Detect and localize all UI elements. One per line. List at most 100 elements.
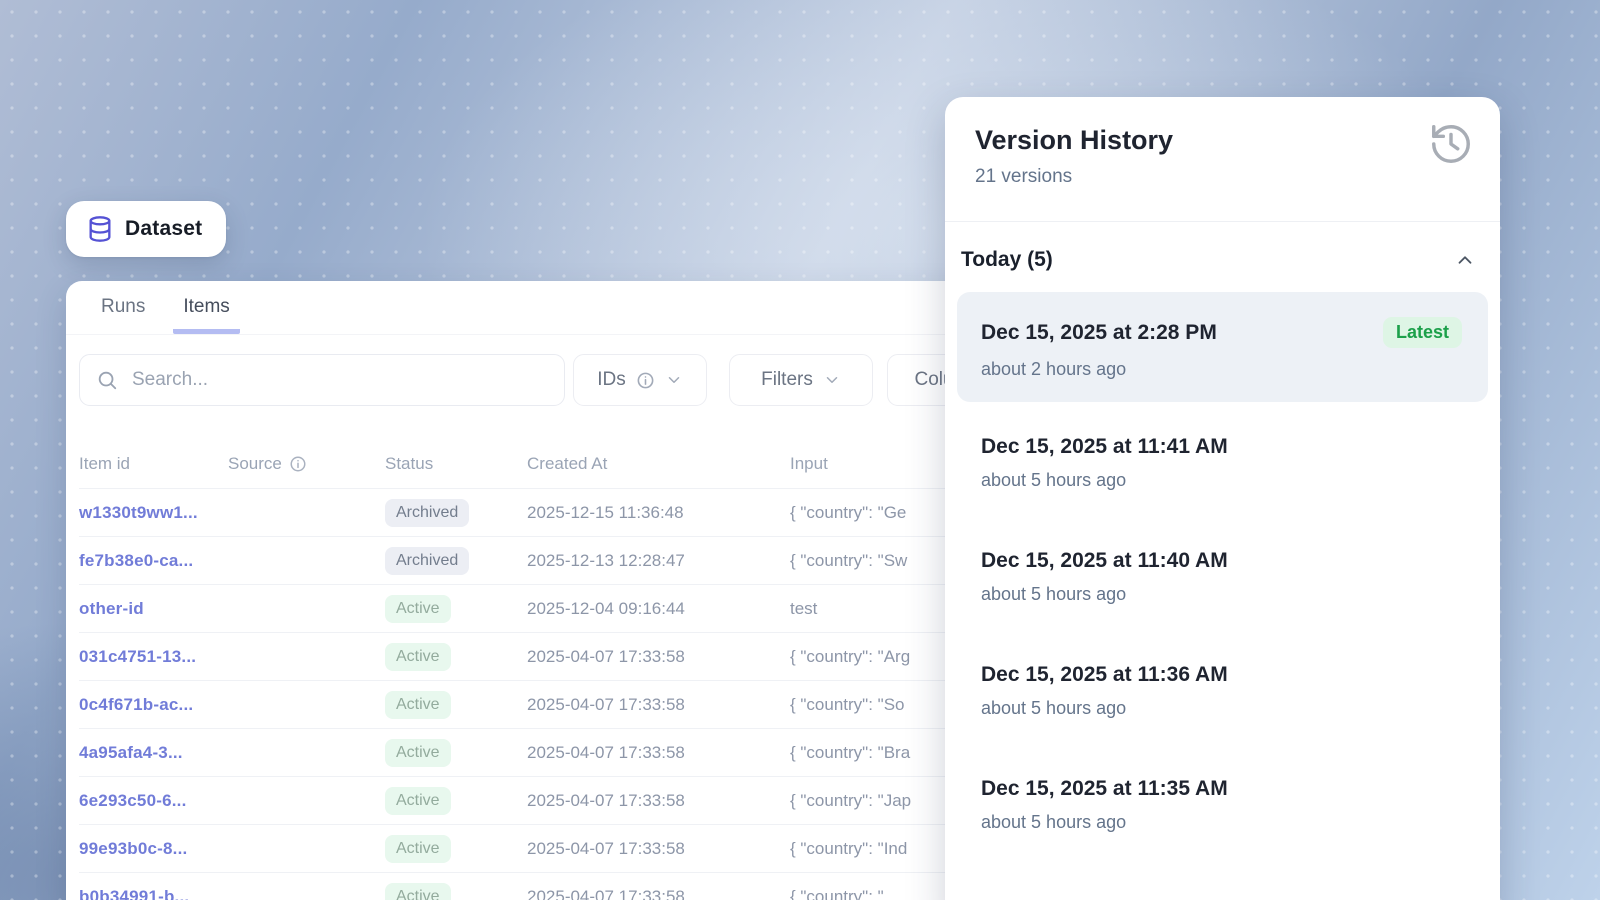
app-background: Dataset Runs Items IDs bbox=[0, 0, 1600, 900]
item-id-link[interactable]: 0c4f671b-ac... bbox=[79, 695, 228, 715]
status-badge: Active bbox=[385, 643, 451, 671]
status-badge: Active bbox=[385, 595, 451, 623]
item-id-link[interactable]: w1330t9ww1... bbox=[79, 503, 228, 523]
dataset-panel: Runs Items IDs Filters bbox=[66, 281, 1076, 900]
chevron-down-icon bbox=[823, 371, 841, 389]
version-date: Dec 15, 2025 at 2:28 PM bbox=[981, 321, 1217, 345]
history-icon bbox=[1428, 121, 1474, 167]
item-id-link[interactable]: other-id bbox=[79, 599, 228, 619]
table-row[interactable]: b0b34991-b...Active2025-04-07 17:33:58{ … bbox=[79, 872, 1076, 900]
created-at-cell: 2025-04-07 17:33:58 bbox=[527, 839, 790, 859]
version-entry-header: Dec 15, 2025 at 2:28 PM Latest bbox=[981, 317, 1462, 348]
ids-dropdown-label: IDs bbox=[597, 369, 626, 391]
version-entry-header: Dec 15, 2025 at 11:35 AM bbox=[981, 777, 1462, 801]
version-date: Dec 15, 2025 at 11:41 AM bbox=[981, 435, 1228, 459]
column-header-item-id[interactable]: Item id bbox=[79, 454, 228, 474]
item-id-link[interactable]: 99e93b0c-8... bbox=[79, 839, 228, 859]
item-id-link[interactable]: b0b34991-b... bbox=[79, 887, 228, 900]
search-icon bbox=[96, 369, 118, 391]
info-icon bbox=[636, 371, 655, 390]
database-icon bbox=[86, 214, 114, 244]
status-badge: Active bbox=[385, 691, 451, 719]
status-cell: Active bbox=[385, 883, 527, 900]
version-group-today[interactable]: Today (5) bbox=[945, 222, 1500, 272]
created-at-cell: 2025-12-15 11:36:48 bbox=[527, 503, 790, 523]
created-at-cell: 2025-04-07 17:33:58 bbox=[527, 647, 790, 667]
filters-button-label: Filters bbox=[761, 369, 813, 391]
table-row[interactable]: 6e293c50-6...Active2025-04-07 17:33:58{ … bbox=[79, 776, 1076, 824]
version-entry[interactable]: Dec 15, 2025 at 2:28 PM Latest about 2 hou… bbox=[957, 292, 1488, 402]
status-badge: Active bbox=[385, 835, 451, 863]
ids-dropdown[interactable]: IDs bbox=[573, 354, 707, 406]
filters-button[interactable]: Filters bbox=[729, 354, 873, 406]
status-badge: Active bbox=[385, 739, 451, 767]
table-row[interactable]: w1330t9ww1... Archived 2025-12-15 11:36:48… bbox=[79, 488, 1076, 536]
column-header-source[interactable]: Source bbox=[228, 454, 385, 474]
status-cell: Archived bbox=[385, 547, 527, 575]
version-history-panel: Version History 21 versions Today (5) De… bbox=[945, 97, 1500, 900]
created-at-cell: 2025-04-07 17:33:58 bbox=[527, 743, 790, 763]
version-relative-time: about 5 hours ago bbox=[981, 584, 1462, 605]
version-entry[interactable]: Dec 15, 2025 at 11:41 AM about 5 hours ag… bbox=[957, 410, 1488, 524]
version-relative-time: about 5 hours ago bbox=[981, 698, 1462, 719]
version-date: Dec 15, 2025 at 11:35 AM bbox=[981, 777, 1228, 801]
table-row[interactable]: other-idActive2025-12-04 09:16:44test bbox=[79, 584, 1076, 632]
info-icon bbox=[289, 455, 307, 473]
status-badge: Archived bbox=[385, 547, 469, 575]
table-row[interactable]: 99e93b0c-8...Active2025-04-07 17:33:58{ … bbox=[79, 824, 1076, 872]
version-list: Dec 15, 2025 at 2:28 PM Latest about 2 hou… bbox=[945, 272, 1500, 866]
version-relative-time: about 5 hours ago bbox=[981, 470, 1462, 491]
search-input[interactable] bbox=[132, 369, 548, 391]
created-at-cell: 2025-12-13 12:28:47 bbox=[527, 551, 790, 571]
status-cell: Active bbox=[385, 787, 527, 815]
tabbar: Runs Items bbox=[66, 281, 1076, 335]
status-cell: Active bbox=[385, 691, 527, 719]
created-at-cell: 2025-12-04 09:16:44 bbox=[527, 599, 790, 619]
version-history-header: Version History 21 versions bbox=[945, 97, 1500, 188]
version-relative-time: about 2 hours ago bbox=[981, 359, 1462, 380]
status-cell: Active bbox=[385, 739, 527, 767]
version-entry-header: Dec 15, 2025 at 11:41 AM bbox=[981, 435, 1462, 459]
table-row[interactable]: fe7b38e0-ca... Archived 2025-12-13 12:28:4… bbox=[79, 536, 1076, 584]
column-header-status[interactable]: Status bbox=[385, 454, 527, 474]
dataset-badge-label: Dataset bbox=[125, 217, 202, 241]
tab-runs[interactable]: Runs bbox=[91, 282, 155, 334]
item-id-link[interactable]: fe7b38e0-ca... bbox=[79, 551, 228, 571]
item-id-link[interactable]: 6e293c50-6... bbox=[79, 791, 228, 811]
version-history-title: Version History bbox=[975, 125, 1474, 156]
version-entry[interactable]: Dec 15, 2025 at 11:36 AM about 5 hours ag… bbox=[957, 638, 1488, 752]
created-at-cell: 2025-04-07 17:33:58 bbox=[527, 887, 790, 900]
chevron-down-icon bbox=[665, 371, 683, 389]
version-entry[interactable]: Dec 15, 2025 at 11:40 AM about 5 hours ag… bbox=[957, 524, 1488, 638]
column-header-created-at[interactable]: Created At bbox=[527, 454, 790, 474]
chevron-up-icon bbox=[1454, 249, 1476, 271]
version-date: Dec 15, 2025 at 11:40 AM bbox=[981, 549, 1228, 573]
status-cell: Active bbox=[385, 643, 527, 671]
table-row[interactable]: 0c4f671b-ac...Active2025-04-07 17:33:58{… bbox=[79, 680, 1076, 728]
items-table: Item id Source Status Created At Input w… bbox=[79, 440, 1076, 900]
version-entry-header: Dec 15, 2025 at 11:36 AM bbox=[981, 663, 1462, 687]
status-cell: Archived bbox=[385, 499, 527, 527]
tab-items[interactable]: Items bbox=[173, 282, 239, 334]
status-cell: Active bbox=[385, 835, 527, 863]
version-relative-time: about 5 hours ago bbox=[981, 812, 1462, 833]
table-row[interactable]: 031c4751-13...Active2025-04-07 17:33:58{… bbox=[79, 632, 1076, 680]
table-row[interactable]: 4a95afa4-3...Active2025-04-07 17:33:58{ … bbox=[79, 728, 1076, 776]
item-id-link[interactable]: 031c4751-13... bbox=[79, 647, 228, 667]
status-badge: Archived bbox=[385, 499, 469, 527]
table-body: w1330t9ww1... Archived 2025-12-15 11:36:48… bbox=[79, 488, 1076, 900]
latest-badge: Latest bbox=[1383, 317, 1462, 348]
status-cell: Active bbox=[385, 595, 527, 623]
status-badge: Active bbox=[385, 787, 451, 815]
status-badge: Active bbox=[385, 883, 451, 900]
item-id-link[interactable]: 4a95afa4-3... bbox=[79, 743, 228, 763]
version-entry[interactable]: Dec 15, 2025 at 11:35 AM about 5 hours ag… bbox=[957, 752, 1488, 866]
version-count: 21 versions bbox=[975, 166, 1474, 188]
dataset-badge[interactable]: Dataset bbox=[66, 201, 226, 257]
version-date: Dec 15, 2025 at 11:36 AM bbox=[981, 663, 1228, 687]
created-at-cell: 2025-04-07 17:33:58 bbox=[527, 791, 790, 811]
table-header-row: Item id Source Status Created At Input bbox=[79, 440, 1076, 488]
toolbar: IDs Filters Columns bbox=[79, 354, 1076, 406]
created-at-cell: 2025-04-07 17:33:58 bbox=[527, 695, 790, 715]
search-box[interactable] bbox=[79, 354, 565, 406]
